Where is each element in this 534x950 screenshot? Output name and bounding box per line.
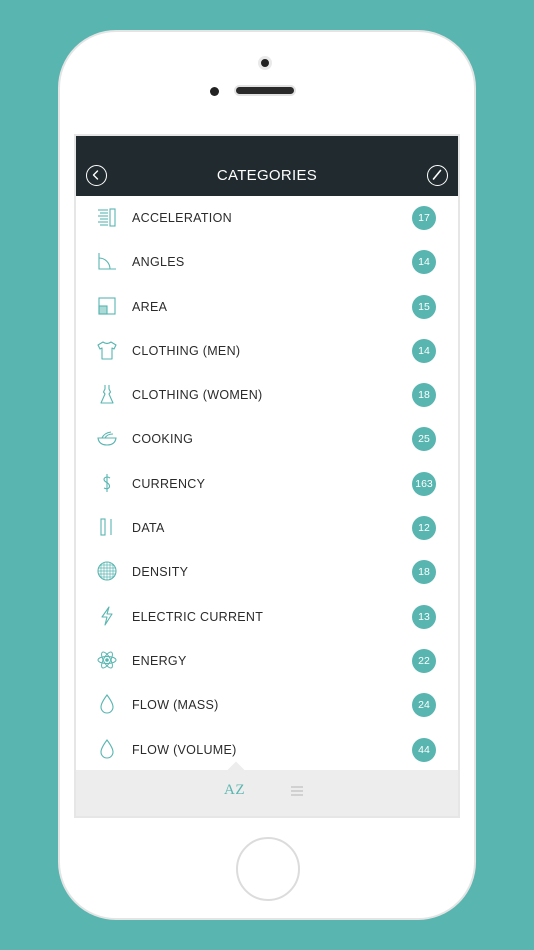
- proximity-sensor: [210, 87, 219, 96]
- angle-icon: [96, 250, 118, 272]
- list-item-label: FLOW (VOLUME): [132, 742, 237, 757]
- list-item[interactable]: FLOW (VOLUME) 44: [76, 728, 458, 772]
- front-camera: [258, 56, 272, 70]
- tab-bar: AZ: [76, 761, 458, 816]
- dress-icon: [96, 383, 118, 405]
- navigation-bar: CATEGORIES: [76, 136, 458, 196]
- list-item-label: ENERGY: [132, 653, 187, 668]
- list-item[interactable]: CLOTHING (WOMEN) 18: [76, 373, 458, 417]
- count-badge: 18: [412, 560, 436, 585]
- list-item-label: FLOW (MASS): [132, 698, 219, 713]
- list-item[interactable]: COOKING 25: [76, 417, 458, 461]
- bowl-icon: [96, 427, 118, 449]
- list-icon: [291, 786, 303, 796]
- page-title: CATEGORIES: [216, 167, 318, 184]
- list-item-label: DATA: [132, 521, 165, 536]
- count-badge: 14: [412, 250, 436, 275]
- pencil-icon: [432, 169, 442, 180]
- dollar-icon: [96, 472, 118, 494]
- count-badge: 18: [412, 383, 436, 408]
- lightning-icon: [96, 605, 118, 627]
- list-item-label: COOKING: [132, 432, 194, 447]
- earpiece-speaker: [234, 85, 296, 96]
- home-button[interactable]: [236, 837, 300, 901]
- app-screen: CATEGORIES ACCELERATION 17 ANGLES 14 ARE…: [74, 134, 460, 818]
- atom-icon: [96, 649, 118, 671]
- tab-alphabetical[interactable]: AZ: [224, 782, 245, 799]
- list-item-label: CLOTHING (MEN): [132, 343, 241, 358]
- density-icon: [96, 560, 118, 582]
- list-item-label: CLOTHING (WOMEN): [132, 388, 263, 403]
- list-item-label: DENSITY: [132, 565, 189, 580]
- list-item[interactable]: FLOW (MASS) 24: [76, 683, 458, 727]
- list-item-label: ACCELERATION: [132, 211, 232, 225]
- count-badge: 44: [412, 737, 436, 762]
- list-item[interactable]: CURRENCY 163: [76, 462, 458, 506]
- shirt-icon: [96, 339, 118, 361]
- count-badge: 163: [412, 471, 436, 496]
- list-item[interactable]: ANGLES 14: [76, 240, 458, 284]
- data-icon: [96, 516, 118, 538]
- list-item[interactable]: AREA 15: [76, 285, 458, 329]
- list-item-label: ELECTRIC CURRENT: [132, 609, 264, 624]
- acceleration-icon: [96, 206, 118, 228]
- count-badge: 14: [412, 338, 436, 363]
- list-item-label: ANGLES: [132, 255, 185, 270]
- list-item[interactable]: ACCELERATION 17: [76, 196, 458, 240]
- list-item[interactable]: ENERGY 22: [76, 639, 458, 683]
- area-icon: [96, 295, 118, 317]
- edit-button[interactable]: [427, 165, 448, 186]
- count-badge: 24: [412, 693, 436, 718]
- tab-list-view[interactable]: [290, 784, 304, 798]
- count-badge: 17: [412, 206, 436, 230]
- count-badge: 13: [412, 604, 436, 629]
- drop-icon: [96, 738, 118, 760]
- list-item-label: CURRENCY: [132, 476, 206, 491]
- list-item-label: AREA: [132, 299, 168, 314]
- list-item[interactable]: ELECTRIC CURRENT 13: [76, 595, 458, 639]
- list-item[interactable]: DATA 12: [76, 506, 458, 550]
- drop-icon: [96, 693, 118, 715]
- category-list: ACCELERATION 17 ANGLES 14 AREA 15 CLOTHI: [76, 196, 458, 772]
- count-badge: 25: [412, 427, 436, 452]
- list-item[interactable]: DENSITY 18: [76, 550, 458, 594]
- count-badge: 22: [412, 648, 436, 673]
- count-badge: 12: [412, 516, 436, 541]
- count-badge: 15: [412, 294, 436, 319]
- list-item[interactable]: CLOTHING (MEN) 14: [76, 329, 458, 373]
